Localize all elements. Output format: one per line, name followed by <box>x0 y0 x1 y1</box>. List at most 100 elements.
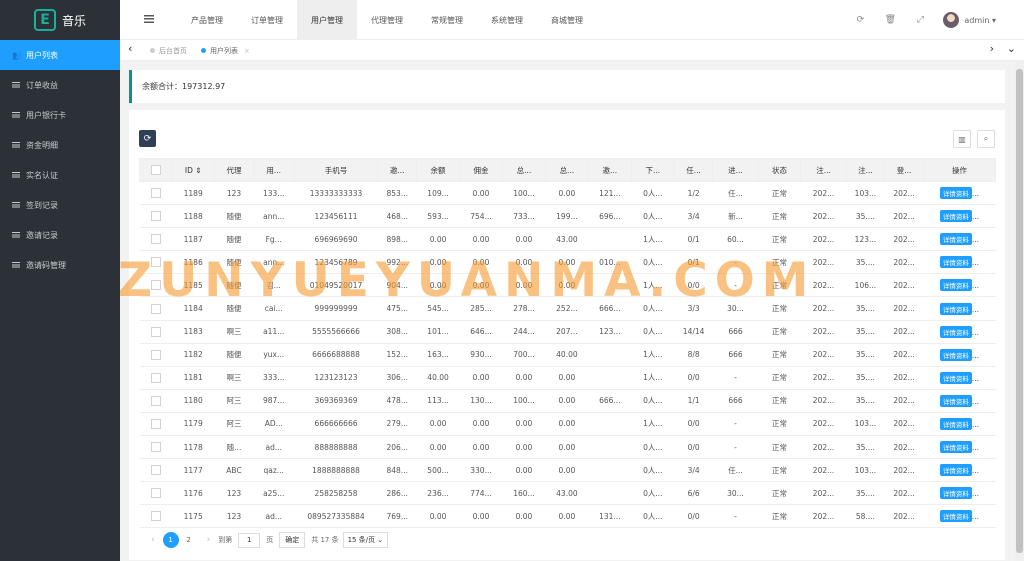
detail-button[interactable]: 详情资料 <box>939 279 972 292</box>
detail-button[interactable]: 详情资料 <box>939 210 972 223</box>
page-2[interactable]: 2 <box>181 532 197 548</box>
table-row: 1187 随便 Fg... 696969690 898... 0.00 0.00 0.00 43… <box>139 227 996 252</box>
row-checkbox[interactable] <box>150 188 161 199</box>
top-nav-item-1[interactable]: 订单管理 <box>237 0 297 40</box>
table-cell: 正常 <box>758 227 801 252</box>
sidebar-item-label: 邀请记录 <box>26 230 58 240</box>
table-cell: 202... <box>800 504 847 529</box>
table-cell: 123456111 <box>294 204 378 229</box>
detail-button[interactable]: 详情资料 <box>939 187 972 200</box>
fullscreen-icon[interactable]: ⤢ <box>905 15 935 25</box>
sidebar-item-3[interactable]: 资金明细 <box>0 130 120 160</box>
sidebar-item-5[interactable]: 签到记录 <box>0 190 120 220</box>
per-page-select[interactable]: 15 条/页 ⌄ <box>342 532 389 548</box>
row-checkbox[interactable] <box>150 280 161 291</box>
row-checkbox[interactable] <box>150 372 161 383</box>
detail-button[interactable]: 详情资料 <box>939 371 972 384</box>
row-checkbox[interactable] <box>150 465 161 476</box>
tab-1[interactable]: 用户列表 × <box>201 46 250 56</box>
column-header[interactable]: ID ⇕ <box>171 158 216 182</box>
summary-value: 197312.97 <box>182 82 226 91</box>
table-cell: 545... <box>416 296 460 321</box>
sidebar-item-4[interactable]: 实名认证 <box>0 160 120 190</box>
refresh-icon: ⟳ <box>143 133 152 144</box>
column-header: 余额 <box>416 158 461 182</box>
row-checkbox[interactable] <box>150 418 161 429</box>
app-logo[interactable]: E 音乐 <box>0 0 120 40</box>
avatar[interactable] <box>943 12 960 28</box>
scrollbar-thumb[interactable] <box>1016 69 1023 553</box>
page-1[interactable]: 1 <box>162 532 179 548</box>
refresh-icon[interactable]: ⟳ <box>845 15 875 25</box>
tab-menu-chevron-icon[interactable]: ⌄ <box>1007 42 1016 55</box>
prev-page-icon[interactable]: ‹ <box>151 535 155 545</box>
chevron-left-icon[interactable]: ‹ <box>128 42 132 55</box>
column-header-label: 总... <box>516 165 532 175</box>
sidebar-item-2[interactable]: 用户银行卡 <box>0 100 120 130</box>
sort-icon[interactable]: ⇕ <box>193 166 201 175</box>
detail-button[interactable]: 详情资料 <box>939 464 972 477</box>
row-checkbox[interactable] <box>150 211 161 222</box>
sidebar-item-7[interactable]: 邀请码管理 <box>0 250 120 280</box>
menu-toggle-icon[interactable] <box>144 15 154 23</box>
row-checkbox[interactable] <box>150 326 161 337</box>
chevron-right-icon[interactable]: › <box>990 42 994 55</box>
detail-button[interactable]: 详情资料 <box>939 417 972 430</box>
detail-button[interactable]: 详情资料 <box>939 441 972 454</box>
row-checkbox[interactable] <box>150 395 161 406</box>
table-cell: 0人... <box>631 181 675 206</box>
scrollbar[interactable] <box>1015 61 1024 561</box>
close-icon[interactable]: × <box>244 47 250 55</box>
column-header-label: 余额 <box>430 165 446 175</box>
detail-button[interactable]: 详情资料 <box>939 233 972 246</box>
table-refresh-button[interactable]: ⟳ <box>139 130 156 147</box>
row-checkbox[interactable] <box>150 442 161 453</box>
row-checkbox[interactable] <box>150 488 161 499</box>
column-header: 总... <box>544 158 589 182</box>
detail-button[interactable]: 详情资料 <box>939 510 972 523</box>
sidebar-item-1[interactable]: 订单收益 <box>0 70 120 100</box>
row-checkbox[interactable] <box>150 511 161 522</box>
sidebar-item-0[interactable]: 👥 用户列表 <box>0 40 120 70</box>
row-checkbox[interactable] <box>150 349 161 360</box>
detail-button[interactable]: 详情资料 <box>939 487 972 500</box>
goto-confirm-button[interactable]: 确定 <box>279 532 306 548</box>
table-cell: 123123123 <box>294 366 378 390</box>
sidebar-item-label: 资金明细 <box>26 140 58 150</box>
top-nav-item-3[interactable]: 代理管理 <box>357 0 417 40</box>
user-menu[interactable]: admin ▾ <box>964 16 996 25</box>
top-nav-item-0[interactable]: 产品管理 <box>177 0 237 40</box>
detail-button[interactable]: 详情资料 <box>939 348 972 361</box>
select-all-checkbox[interactable] <box>150 165 161 175</box>
goto-page-input[interactable]: 1 <box>238 532 261 548</box>
sidebar-item-6[interactable]: 邀请记录 <box>0 220 120 250</box>
top-nav-item-2[interactable]: 用户管理 <box>297 0 357 40</box>
table-cell: 202... <box>800 458 847 483</box>
tab-label: 用户列表 <box>210 46 238 55</box>
table-cell: 987... <box>253 389 295 413</box>
column-header-label: 下... <box>645 165 661 175</box>
table-cell: 0人... <box>631 320 675 344</box>
detail-button[interactable]: 详情资料 <box>939 394 972 407</box>
next-page-icon[interactable]: › <box>207 535 211 545</box>
column-filter-button[interactable]: ▥ <box>953 130 971 148</box>
clear-cache-icon[interactable]: 🗑 <box>875 15 905 25</box>
checkbox-cell <box>139 227 172 252</box>
row-checkbox[interactable] <box>150 257 161 268</box>
detail-button[interactable]: 详情资料 <box>939 325 972 338</box>
tab-0[interactable]: 后台首页 <box>150 46 187 56</box>
row-checkbox[interactable] <box>150 234 161 245</box>
top-nav-item-6[interactable]: 商城管理 <box>537 0 597 40</box>
detail-button[interactable]: 详情资料 <box>939 256 972 269</box>
column-header-label: 邀... <box>602 165 618 175</box>
search-button[interactable]: ⌕ <box>977 130 995 148</box>
table-cell: 6666688888 <box>294 343 378 367</box>
table-cell: 202... <box>884 412 924 437</box>
top-nav-item-4[interactable]: 常规管理 <box>417 0 477 40</box>
top-nav-item-5[interactable]: 系统管理 <box>477 0 537 40</box>
detail-button[interactable]: 详情资料 <box>939 302 972 315</box>
more-indicator: ... <box>971 419 980 429</box>
row-checkbox[interactable] <box>150 303 161 314</box>
top-header: 产品管理 订单管理 用户管理 代理管理 常规管理 系统管理 商城管理 ⟳ 🗑 ⤢ admin… <box>120 0 1024 40</box>
table-cell: ABC <box>214 458 254 483</box>
